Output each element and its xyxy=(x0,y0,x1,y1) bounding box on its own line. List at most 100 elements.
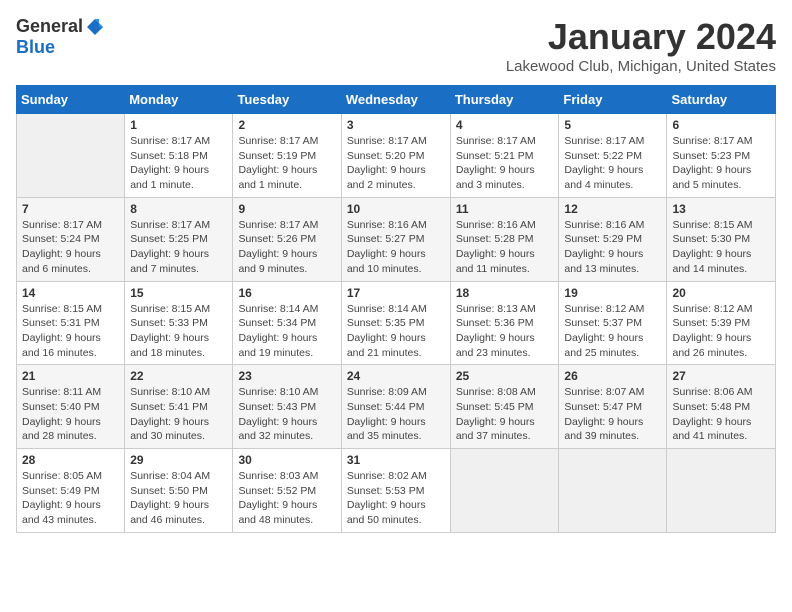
day-info: Sunrise: 8:17 AMSunset: 5:20 PMDaylight:… xyxy=(347,135,427,191)
header-day-saturday: Saturday xyxy=(667,86,776,114)
day-info: Sunrise: 8:17 AMSunset: 5:19 PMDaylight:… xyxy=(238,135,318,191)
day-info: Sunrise: 8:12 AMSunset: 5:39 PMDaylight:… xyxy=(672,303,752,359)
week-row-2: 14 Sunrise: 8:15 AMSunset: 5:31 PMDaylig… xyxy=(17,281,776,365)
day-number: 9 xyxy=(238,202,335,216)
day-cell: 7 Sunrise: 8:17 AMSunset: 5:24 PMDayligh… xyxy=(17,197,125,281)
day-cell: 23 Sunrise: 8:10 AMSunset: 5:43 PMDaylig… xyxy=(233,365,341,449)
day-info: Sunrise: 8:17 AMSunset: 5:22 PMDaylight:… xyxy=(564,135,644,191)
day-info: Sunrise: 8:17 AMSunset: 5:18 PMDaylight:… xyxy=(130,135,210,191)
day-cell: 12 Sunrise: 8:16 AMSunset: 5:29 PMDaylig… xyxy=(559,197,667,281)
day-number: 3 xyxy=(347,118,445,132)
day-cell: 2 Sunrise: 8:17 AMSunset: 5:19 PMDayligh… xyxy=(233,114,341,198)
month-title: January 2024 xyxy=(506,16,776,58)
header-day-wednesday: Wednesday xyxy=(341,86,450,114)
day-number: 1 xyxy=(130,118,227,132)
day-info: Sunrise: 8:06 AMSunset: 5:48 PMDaylight:… xyxy=(672,386,752,442)
location: Lakewood Club, Michigan, United States xyxy=(506,58,776,75)
week-row-4: 28 Sunrise: 8:05 AMSunset: 5:49 PMDaylig… xyxy=(17,449,776,533)
header-day-tuesday: Tuesday xyxy=(233,86,341,114)
day-number: 14 xyxy=(22,286,119,300)
day-number: 10 xyxy=(347,202,445,216)
day-info: Sunrise: 8:16 AMSunset: 5:27 PMDaylight:… xyxy=(347,219,427,275)
day-cell: 30 Sunrise: 8:03 AMSunset: 5:52 PMDaylig… xyxy=(233,449,341,533)
day-number: 18 xyxy=(456,286,554,300)
day-number: 17 xyxy=(347,286,445,300)
day-cell: 28 Sunrise: 8:05 AMSunset: 5:49 PMDaylig… xyxy=(17,449,125,533)
day-cell: 13 Sunrise: 8:15 AMSunset: 5:30 PMDaylig… xyxy=(667,197,776,281)
header-day-sunday: Sunday xyxy=(17,86,125,114)
day-number: 27 xyxy=(672,369,770,383)
day-info: Sunrise: 8:10 AMSunset: 5:41 PMDaylight:… xyxy=(130,386,210,442)
day-cell: 31 Sunrise: 8:02 AMSunset: 5:53 PMDaylig… xyxy=(341,449,450,533)
day-info: Sunrise: 8:15 AMSunset: 5:31 PMDaylight:… xyxy=(22,303,102,359)
title-section: January 2024 Lakewood Club, Michigan, Un… xyxy=(506,16,776,75)
day-info: Sunrise: 8:07 AMSunset: 5:47 PMDaylight:… xyxy=(564,386,644,442)
day-number: 30 xyxy=(238,453,335,467)
day-cell: 21 Sunrise: 8:11 AMSunset: 5:40 PMDaylig… xyxy=(17,365,125,449)
day-cell: 27 Sunrise: 8:06 AMSunset: 5:48 PMDaylig… xyxy=(667,365,776,449)
day-cell: 17 Sunrise: 8:14 AMSunset: 5:35 PMDaylig… xyxy=(341,281,450,365)
day-cell xyxy=(450,449,559,533)
day-cell: 16 Sunrise: 8:14 AMSunset: 5:34 PMDaylig… xyxy=(233,281,341,365)
day-cell xyxy=(17,114,125,198)
day-cell: 22 Sunrise: 8:10 AMSunset: 5:41 PMDaylig… xyxy=(125,365,233,449)
day-info: Sunrise: 8:14 AMSunset: 5:34 PMDaylight:… xyxy=(238,303,318,359)
day-number: 20 xyxy=(672,286,770,300)
day-number: 26 xyxy=(564,369,661,383)
header-row: SundayMondayTuesdayWednesdayThursdayFrid… xyxy=(17,86,776,114)
day-cell: 25 Sunrise: 8:08 AMSunset: 5:45 PMDaylig… xyxy=(450,365,559,449)
day-cell: 9 Sunrise: 8:17 AMSunset: 5:26 PMDayligh… xyxy=(233,197,341,281)
header: General Blue January 2024 Lakewood Club,… xyxy=(16,16,776,75)
calendar-table: SundayMondayTuesdayWednesdayThursdayFrid… xyxy=(16,85,776,533)
day-cell: 5 Sunrise: 8:17 AMSunset: 5:22 PMDayligh… xyxy=(559,114,667,198)
calendar-container: General Blue January 2024 Lakewood Club,… xyxy=(0,0,792,541)
day-info: Sunrise: 8:02 AMSunset: 5:53 PMDaylight:… xyxy=(347,470,427,526)
day-cell: 6 Sunrise: 8:17 AMSunset: 5:23 PMDayligh… xyxy=(667,114,776,198)
day-number: 12 xyxy=(564,202,661,216)
day-number: 24 xyxy=(347,369,445,383)
week-row-0: 1 Sunrise: 8:17 AMSunset: 5:18 PMDayligh… xyxy=(17,114,776,198)
day-cell: 20 Sunrise: 8:12 AMSunset: 5:39 PMDaylig… xyxy=(667,281,776,365)
day-cell xyxy=(667,449,776,533)
day-cell: 18 Sunrise: 8:13 AMSunset: 5:36 PMDaylig… xyxy=(450,281,559,365)
day-number: 8 xyxy=(130,202,227,216)
day-cell: 8 Sunrise: 8:17 AMSunset: 5:25 PMDayligh… xyxy=(125,197,233,281)
day-number: 7 xyxy=(22,202,119,216)
day-info: Sunrise: 8:17 AMSunset: 5:23 PMDaylight:… xyxy=(672,135,752,191)
day-number: 16 xyxy=(238,286,335,300)
day-number: 13 xyxy=(672,202,770,216)
day-number: 29 xyxy=(130,453,227,467)
day-info: Sunrise: 8:16 AMSunset: 5:29 PMDaylight:… xyxy=(564,219,644,275)
day-cell: 19 Sunrise: 8:12 AMSunset: 5:37 PMDaylig… xyxy=(559,281,667,365)
day-info: Sunrise: 8:15 AMSunset: 5:33 PMDaylight:… xyxy=(130,303,210,359)
logo-blue-text: Blue xyxy=(16,37,55,57)
day-info: Sunrise: 8:04 AMSunset: 5:50 PMDaylight:… xyxy=(130,470,210,526)
day-number: 11 xyxy=(456,202,554,216)
day-number: 6 xyxy=(672,118,770,132)
day-number: 21 xyxy=(22,369,119,383)
day-cell: 15 Sunrise: 8:15 AMSunset: 5:33 PMDaylig… xyxy=(125,281,233,365)
day-cell: 26 Sunrise: 8:07 AMSunset: 5:47 PMDaylig… xyxy=(559,365,667,449)
week-row-3: 21 Sunrise: 8:11 AMSunset: 5:40 PMDaylig… xyxy=(17,365,776,449)
day-cell: 10 Sunrise: 8:16 AMSunset: 5:27 PMDaylig… xyxy=(341,197,450,281)
logo-icon xyxy=(85,17,105,37)
day-info: Sunrise: 8:17 AMSunset: 5:25 PMDaylight:… xyxy=(130,219,210,275)
day-cell: 11 Sunrise: 8:16 AMSunset: 5:28 PMDaylig… xyxy=(450,197,559,281)
logo-general-text: General xyxy=(16,16,83,37)
day-cell: 3 Sunrise: 8:17 AMSunset: 5:20 PMDayligh… xyxy=(341,114,450,198)
day-cell: 14 Sunrise: 8:15 AMSunset: 5:31 PMDaylig… xyxy=(17,281,125,365)
header-day-friday: Friday xyxy=(559,86,667,114)
day-number: 4 xyxy=(456,118,554,132)
day-number: 31 xyxy=(347,453,445,467)
day-info: Sunrise: 8:03 AMSunset: 5:52 PMDaylight:… xyxy=(238,470,318,526)
day-number: 23 xyxy=(238,369,335,383)
day-info: Sunrise: 8:17 AMSunset: 5:24 PMDaylight:… xyxy=(22,219,102,275)
day-info: Sunrise: 8:16 AMSunset: 5:28 PMDaylight:… xyxy=(456,219,536,275)
day-info: Sunrise: 8:17 AMSunset: 5:21 PMDaylight:… xyxy=(456,135,536,191)
day-cell: 24 Sunrise: 8:09 AMSunset: 5:44 PMDaylig… xyxy=(341,365,450,449)
day-cell: 4 Sunrise: 8:17 AMSunset: 5:21 PMDayligh… xyxy=(450,114,559,198)
day-info: Sunrise: 8:10 AMSunset: 5:43 PMDaylight:… xyxy=(238,386,318,442)
day-info: Sunrise: 8:09 AMSunset: 5:44 PMDaylight:… xyxy=(347,386,427,442)
day-number: 2 xyxy=(238,118,335,132)
day-info: Sunrise: 8:15 AMSunset: 5:30 PMDaylight:… xyxy=(672,219,752,275)
